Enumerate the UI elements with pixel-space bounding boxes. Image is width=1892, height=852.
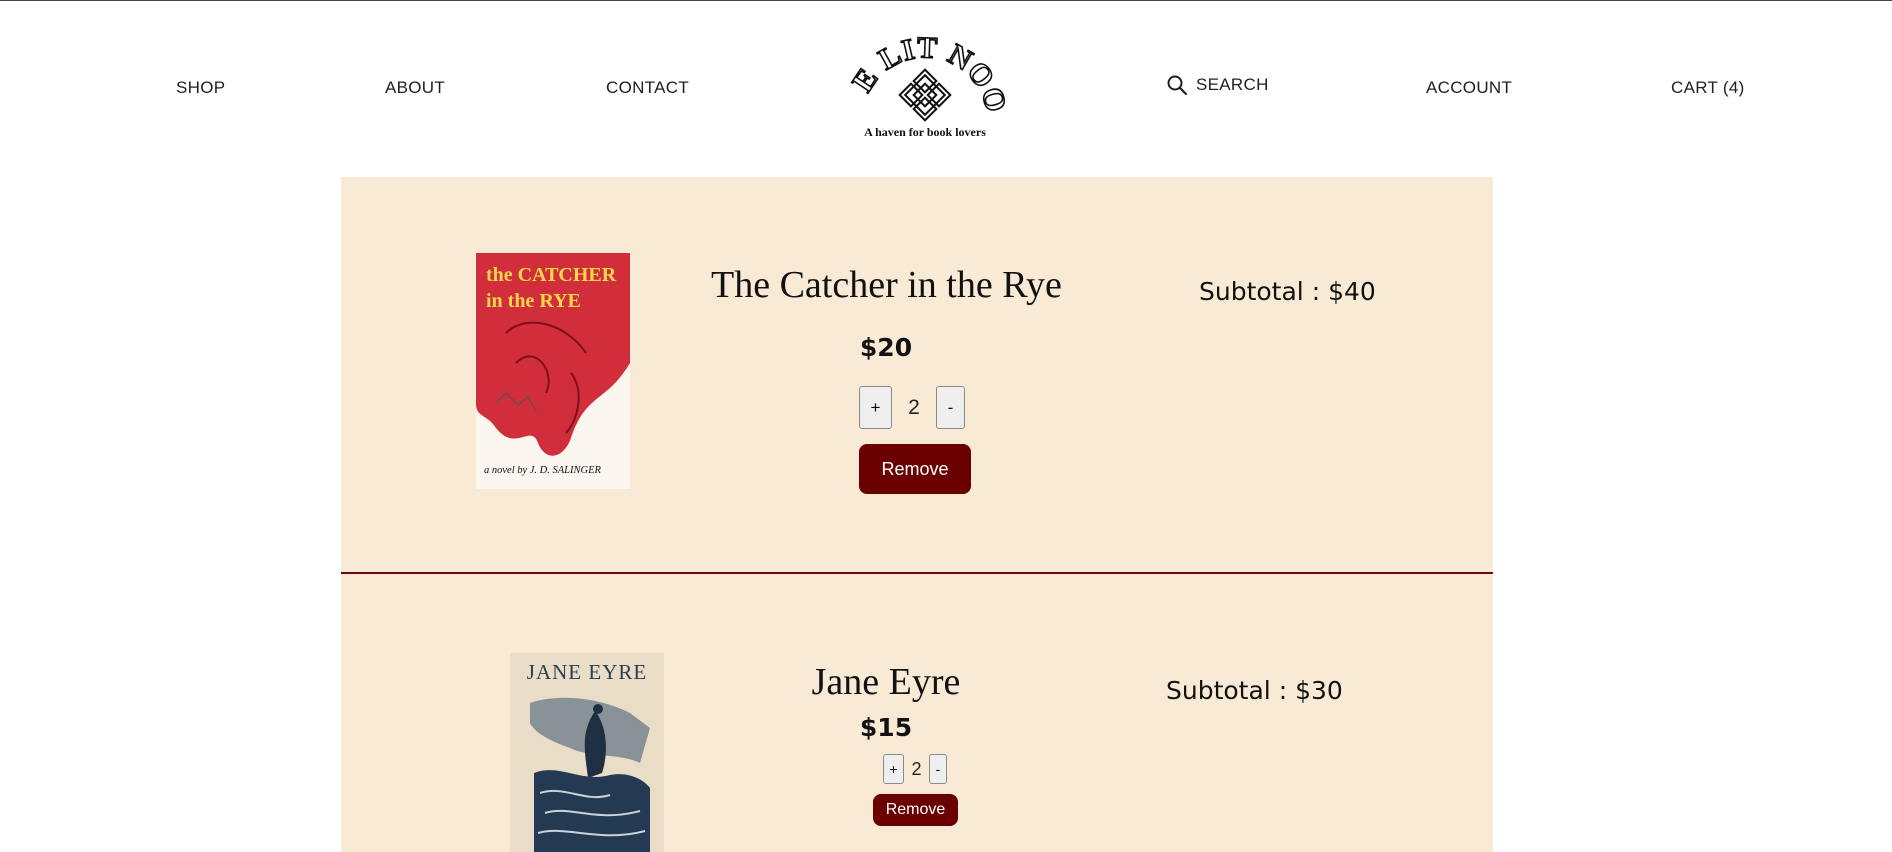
nav-account[interactable]: ACCOUNT <box>1426 78 1512 98</box>
cover-catcher-byline: a novel by J. D. SALINGER <box>484 465 602 476</box>
nav-about[interactable]: ABOUT <box>385 78 445 98</box>
site-logo[interactable]: THE LIT NOOK A haven for book lovers <box>832 0 1013 147</box>
cart-panel: the CATCHER in the RYE a novel by J. D. … <box>341 177 1493 852</box>
nav-cart[interactable]: CART (4) <box>1671 78 1745 98</box>
quantity-plus-button[interactable]: + <box>859 386 892 429</box>
cover-jane-eyre: JANE EYRE <box>510 653 664 852</box>
top-border <box>0 0 1892 1</box>
item-title-catcher: The Catcher in the Rye <box>711 264 1062 306</box>
cover-catcher-line1: the CATCHER <box>486 264 617 286</box>
item-subtotal-catcher: Subtotal : $40 <box>1199 277 1376 306</box>
quantity-minus-button[interactable]: - <box>929 754 947 784</box>
quantity-stepper-jane-eyre: + 2 - <box>883 754 947 784</box>
quantity-value: 2 <box>908 395 920 419</box>
cover-art-catcher: the CATCHER in the RYE a novel by J. D. … <box>476 253 630 476</box>
item-subtotal-jane-eyre: Subtotal : $30 <box>1166 676 1343 705</box>
nav-contact[interactable]: CONTACT <box>606 78 689 98</box>
cover-catcher-in-the-rye: the CATCHER in the RYE a novel by J. D. … <box>476 253 630 489</box>
cover-catcher-line2: in the RYE <box>486 290 581 312</box>
remove-button-catcher[interactable]: Remove <box>859 444 971 494</box>
quantity-stepper-catcher: + 2 - <box>859 386 965 429</box>
nav-search[interactable]: SEARCH <box>1166 74 1269 96</box>
remove-button-jane-eyre[interactable]: Remove <box>873 794 958 826</box>
logo-tagline: A haven for book lovers <box>864 125 986 139</box>
search-icon <box>1166 74 1188 96</box>
nav-shop[interactable]: SHOP <box>176 78 225 98</box>
cover-art-jane-eyre: JANE EYRE <box>527 660 650 852</box>
item-price-catcher: $20 <box>859 333 913 362</box>
item-title-jane-eyre: Jane Eyre <box>811 661 961 703</box>
cover-jane-line1: JANE EYRE <box>527 660 647 684</box>
item-price-jane-eyre: $15 <box>859 713 913 742</box>
quantity-minus-button[interactable]: - <box>936 386 965 429</box>
logo-emblem: THE LIT NOOK <box>832 0 1013 122</box>
item-divider <box>341 572 1493 574</box>
quantity-value: 2 <box>911 758 922 779</box>
quantity-plus-button[interactable]: + <box>883 754 904 784</box>
nav-search-label: SEARCH <box>1196 75 1269 94</box>
